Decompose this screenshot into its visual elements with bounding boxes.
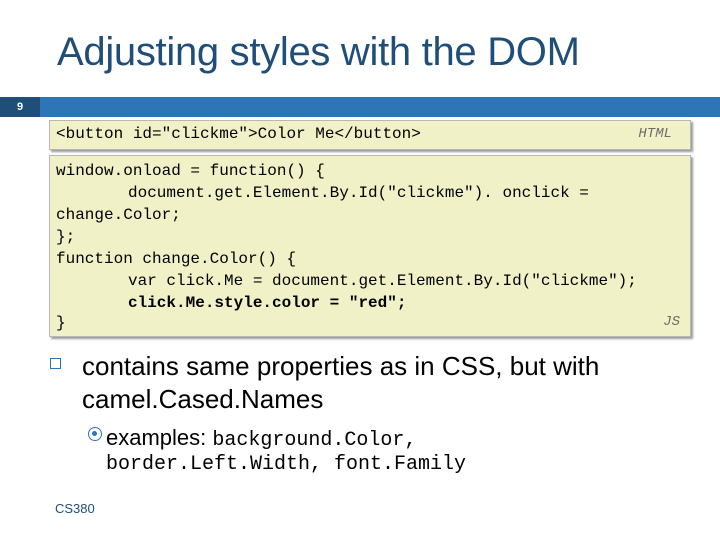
js-code-line: var click.Me = document.get.Element.By.I… xyxy=(128,272,637,290)
sub-bullet-text: examples: background.Color, xyxy=(106,423,666,456)
js-code-box: window.onload = function() { document.ge… xyxy=(49,155,691,337)
js-code-line: } xyxy=(56,314,66,332)
js-lang-tag: JS xyxy=(663,314,680,330)
slide-number: 9 xyxy=(0,97,40,117)
circle-bullet-icon xyxy=(88,427,102,441)
html-code-box: <button id="clickme">Color Me</button> H… xyxy=(49,120,691,150)
bullet-text: contains same properties as in CSS, but … xyxy=(82,351,600,414)
header-bar xyxy=(0,97,720,117)
js-code-line: function change.Color() { xyxy=(56,250,297,268)
js-code-line: window.onload = function() { xyxy=(56,162,325,180)
sub-bullet-label: examples: xyxy=(106,425,207,450)
footer-course: CS380 xyxy=(55,501,95,516)
js-code-line: }; xyxy=(56,228,76,246)
js-code-line: change.Color; xyxy=(56,206,181,224)
sub-bullet-code: background.Color, xyxy=(212,429,417,452)
slide-title: Adjusting styles with the DOM xyxy=(57,30,580,74)
html-code-line: <button id="clickme">Color Me</button> xyxy=(56,125,421,143)
js-code-line: click.Me.style.color = "red"; xyxy=(128,294,407,312)
square-bullet-icon xyxy=(50,358,61,369)
html-lang-tag: HTML xyxy=(638,126,672,142)
js-code-line: document.get.Element.By.Id("clickme"). o… xyxy=(128,184,589,202)
sub-bullet-code-continued: border.Left.Width, font.Family xyxy=(106,453,467,476)
